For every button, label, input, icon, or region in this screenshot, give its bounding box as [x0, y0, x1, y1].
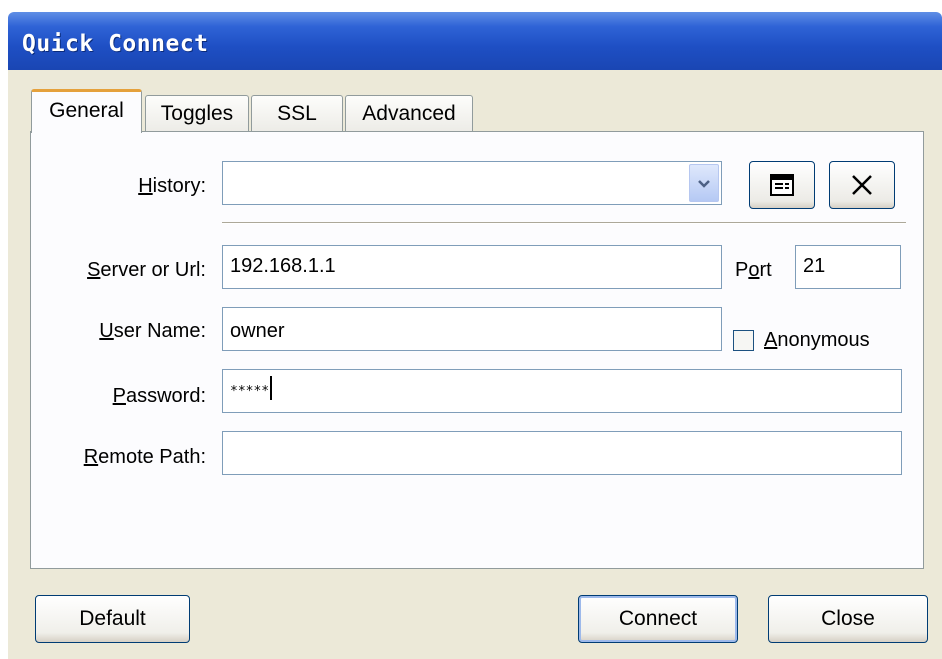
anonymous-label[interactable]: Anonymous: [764, 329, 894, 352]
history-label: History:: [138, 175, 206, 197]
form-layer: History: Server or Url: 192.168.1.1 Port…: [0, 0, 942, 659]
username-input[interactable]: owner: [222, 307, 722, 351]
history-combobox[interactable]: [222, 161, 722, 205]
connect-button[interactable]: Connect: [578, 595, 738, 643]
list-window-icon: [770, 174, 794, 196]
server-input[interactable]: 192.168.1.1: [222, 245, 722, 289]
port-input[interactable]: 21: [795, 245, 901, 289]
text-cursor: [270, 376, 273, 400]
close-x-icon: [852, 175, 872, 195]
chevron-down-icon[interactable]: [689, 164, 719, 202]
history-clear-button[interactable]: [829, 161, 895, 209]
default-button[interactable]: Default: [35, 595, 190, 643]
server-label: Server or Url:: [87, 259, 206, 281]
separator: [222, 222, 906, 224]
password-label: Password:: [112, 385, 206, 407]
port-label: Port: [735, 259, 772, 281]
remote-path-input[interactable]: [222, 431, 902, 475]
username-label: User Name:: [99, 320, 206, 342]
history-manage-button[interactable]: [749, 161, 815, 209]
close-button[interactable]: Close: [768, 595, 928, 643]
anonymous-checkbox[interactable]: [733, 330, 754, 351]
password-input[interactable]: *****: [222, 369, 902, 413]
remote-path-label: Remote Path:: [83, 446, 206, 468]
